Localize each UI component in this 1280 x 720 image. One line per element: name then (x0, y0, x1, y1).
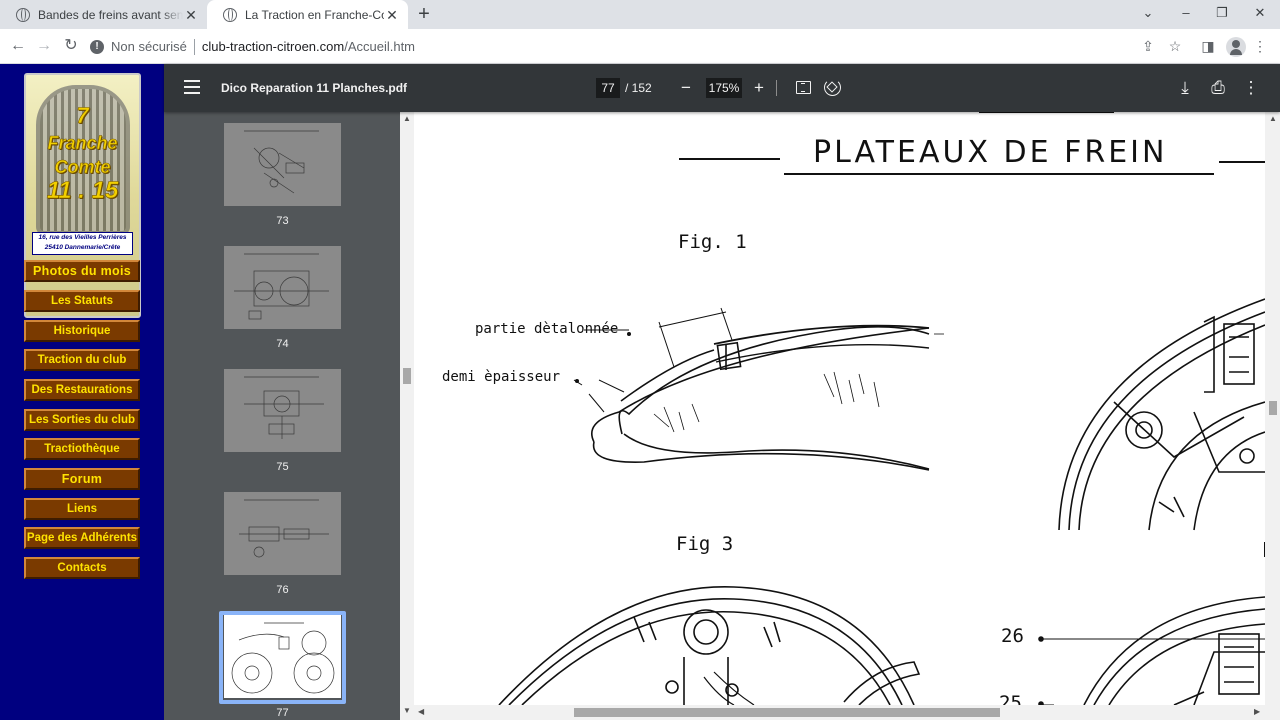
scrollbar-thumb[interactable] (1269, 401, 1277, 415)
address-bar[interactable]: ! Non sécurisé club-traction-citroen.com… (90, 33, 1190, 60)
page-total: / 152 (625, 81, 652, 95)
scrollbar-thumb[interactable] (574, 708, 1000, 717)
menu-traction-du-club[interactable]: Traction du club (24, 349, 140, 371)
figure-label-1: Fig. 1 (678, 231, 747, 253)
back-arrow-icon[interactable]: ← (7, 35, 29, 57)
pdf-page: PLATEAUX DE FREIN Fig. 1 Fig 3 partie dè… (414, 112, 1265, 705)
not-secure-icon[interactable]: ! (90, 39, 104, 54)
callout-demi-epaisseur: demi èpaisseur (442, 369, 561, 385)
globe-icon (16, 7, 30, 22)
pdf-filename: Dico Reparation 11 Planches.pdf (221, 81, 408, 95)
bookmark-star-icon[interactable]: ☆ (1165, 36, 1185, 56)
profile-avatar[interactable] (1226, 37, 1246, 57)
logo-number: 7 (76, 103, 89, 129)
scroll-up-arrow-icon[interactable]: ▲ (1269, 114, 1277, 123)
divider (193, 38, 195, 55)
site-sidebar: 7 Franche Comte 11 . 15 16, rue des Viei… (0, 64, 164, 720)
url-path: /Accueil.htm (344, 39, 416, 54)
thumbnail-label: 75 (276, 461, 289, 473)
close-window-button[interactable]: ✕ (1241, 0, 1279, 29)
tab-title: Bandes de freins avant sens de montage (38, 7, 183, 22)
thumbnail-sidebar: 73 74 75 76 77 (164, 112, 400, 720)
print-icon[interactable]: ⎙ (1207, 77, 1229, 99)
maximize-button[interactable]: ❐ (1203, 0, 1241, 29)
page-horizontal-scrollbar[interactable]: ◀ ▶ (414, 705, 1280, 720)
callout-25: 25 (999, 692, 1022, 705)
callout-26: 26 (1001, 625, 1024, 647)
url-host: club-traction-citroen.com (201, 39, 345, 54)
page-heading: PLATEAUX DE FREIN (813, 135, 1168, 170)
thumbnail-page-73[interactable] (224, 123, 341, 206)
scroll-right-arrow-icon[interactable]: ▶ (1254, 707, 1260, 716)
thumbnail-label: 73 (276, 215, 289, 227)
zoom-out-button[interactable]: − (675, 77, 697, 99)
thumbnail-scrollbar[interactable]: ▲ ▼ (400, 112, 414, 720)
menu-contacts[interactable]: Contacts (24, 557, 140, 579)
browser-tab-strip: Bandes de freins avant sens de montage ✕… (0, 0, 1280, 29)
toolbar-divider (776, 80, 777, 96)
zoom-input[interactable]: 175% (706, 78, 742, 98)
menu-photos-du-mois[interactable]: Photos du mois (24, 260, 140, 282)
minimize-button[interactable]: – (1167, 0, 1205, 29)
scroll-down-arrow-icon[interactable]: ▼ (403, 706, 411, 715)
thumbnail-page-76[interactable] (224, 492, 341, 575)
thumbnail-label: 77 (276, 707, 289, 719)
share-icon[interactable]: ⇪ (1138, 36, 1158, 56)
thumbnail-label: 74 (276, 338, 289, 350)
menu-des-restaurations[interactable]: Des Restaurations (24, 379, 140, 401)
club-address: 16, rue des Vieilles Perrières 25410 Dan… (32, 232, 133, 255)
tab-title: La Traction en Franche-Comté (245, 7, 384, 22)
globe-icon (223, 7, 237, 22)
menu-kebab-icon[interactable]: ⋮ (1250, 36, 1270, 56)
technical-drawing (498, 112, 1265, 705)
scrollbar-thumb[interactable] (403, 368, 411, 384)
thumbnail-page-74[interactable] (224, 246, 341, 329)
side-panel-icon[interactable]: ◨ (1198, 36, 1218, 56)
menu-historique[interactable]: Historique (24, 320, 140, 342)
callout-partie-detalonnee: partie dètalonnée (475, 321, 619, 337)
close-tab-icon[interactable]: ✕ (183, 7, 199, 23)
thumbnail-page-75[interactable] (224, 369, 341, 452)
browser-tab-bandes[interactable]: Bandes de freins avant sens de montage ✕ (0, 0, 207, 29)
download-icon[interactable]: ⤓ (1174, 77, 1196, 99)
menu-tractiotheque[interactable]: Tractiothèque (24, 438, 140, 460)
logo-text-comte: Comte (54, 157, 111, 178)
forward-arrow-icon[interactable]: → (33, 35, 55, 57)
tab-search-button[interactable]: ⌄ (1129, 0, 1167, 29)
figure-label-3: Fig 3 (676, 533, 734, 555)
logo-text-franche: Franche (47, 133, 118, 154)
browser-toolbar: ← → ↻ ! Non sécurisé club-traction-citro… (0, 29, 1280, 64)
scroll-up-arrow-icon[interactable]: ▲ (403, 114, 411, 123)
reload-icon[interactable]: ↻ (60, 35, 82, 57)
zoom-in-button[interactable]: + (748, 77, 770, 99)
security-label: Non sécurisé (111, 39, 187, 54)
thumbnail-page-77[interactable] (224, 615, 341, 698)
scroll-left-arrow-icon[interactable]: ◀ (418, 707, 424, 716)
close-tab-icon[interactable]: ✕ (384, 7, 400, 23)
fit-to-page-icon[interactable] (796, 81, 811, 94)
pdf-toolbar: Dico Reparation 11 Planches.pdf 77 / 152… (164, 64, 1280, 112)
menu-les-sorties-du-club[interactable]: Les Sorties du club (24, 409, 140, 431)
sidebar-toggle-icon[interactable] (184, 80, 200, 94)
menu-les-statuts[interactable]: Les Statuts (24, 290, 140, 312)
logo-text-models: 11 . 15 (46, 177, 119, 205)
browser-tab-traction[interactable]: La Traction en Franche-Comté ✕ (207, 0, 408, 29)
menu-forum[interactable]: Forum (24, 468, 140, 490)
thumbnail-label: 76 (276, 584, 289, 596)
menu-liens[interactable]: Liens (24, 498, 140, 520)
page-number-input[interactable]: 77 (596, 78, 620, 98)
more-actions-icon[interactable]: ⋮ (1240, 77, 1262, 99)
page-vertical-scrollbar[interactable]: ▲ (1265, 112, 1280, 705)
menu-page-des-adherents[interactable]: Page des Adhérents (24, 527, 140, 549)
new-tab-button[interactable]: + (414, 4, 434, 25)
rotate-icon[interactable] (824, 79, 841, 96)
